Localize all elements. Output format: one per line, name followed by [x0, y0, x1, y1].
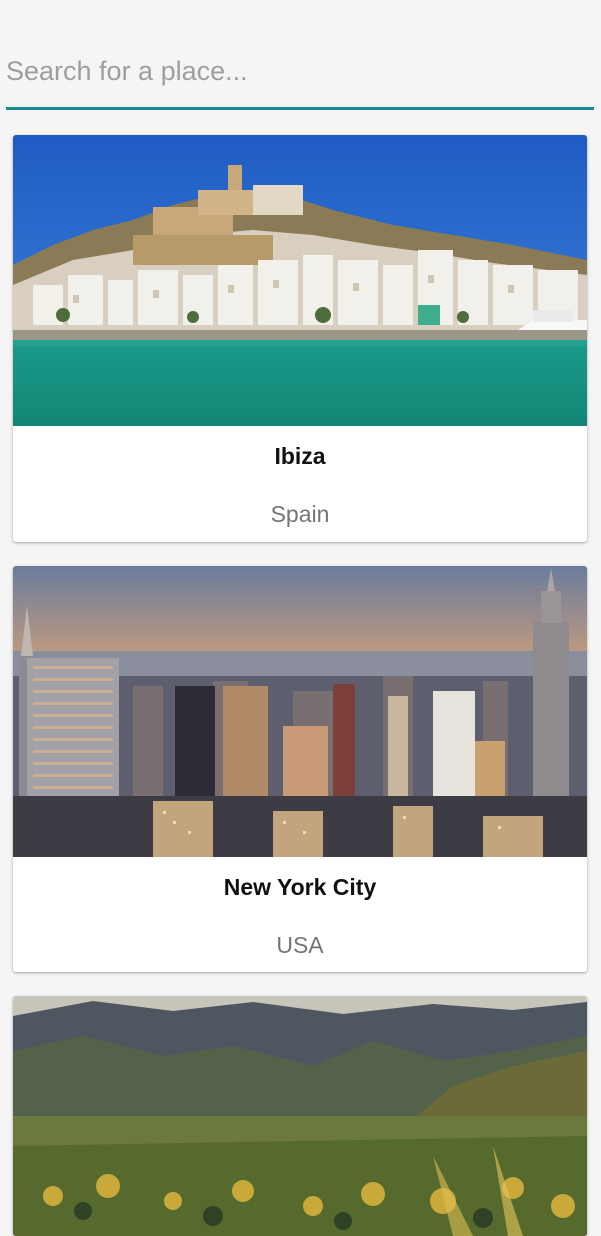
place-card[interactable]: New York City USA: [13, 566, 587, 972]
place-card[interactable]: [13, 996, 587, 1236]
place-country: Spain: [270, 501, 330, 527]
place-country: USA: [276, 932, 324, 958]
place-name: Ibiza: [274, 443, 326, 469]
place-image: [13, 566, 587, 857]
search-underline: [6, 107, 594, 110]
search-input[interactable]: [6, 36, 594, 106]
place-image: [13, 135, 587, 426]
place-name: New York City: [223, 874, 377, 900]
place-card[interactable]: Ibiza Spain: [13, 135, 587, 542]
place-image: [13, 996, 587, 1236]
search-bar[interactable]: [6, 36, 594, 110]
